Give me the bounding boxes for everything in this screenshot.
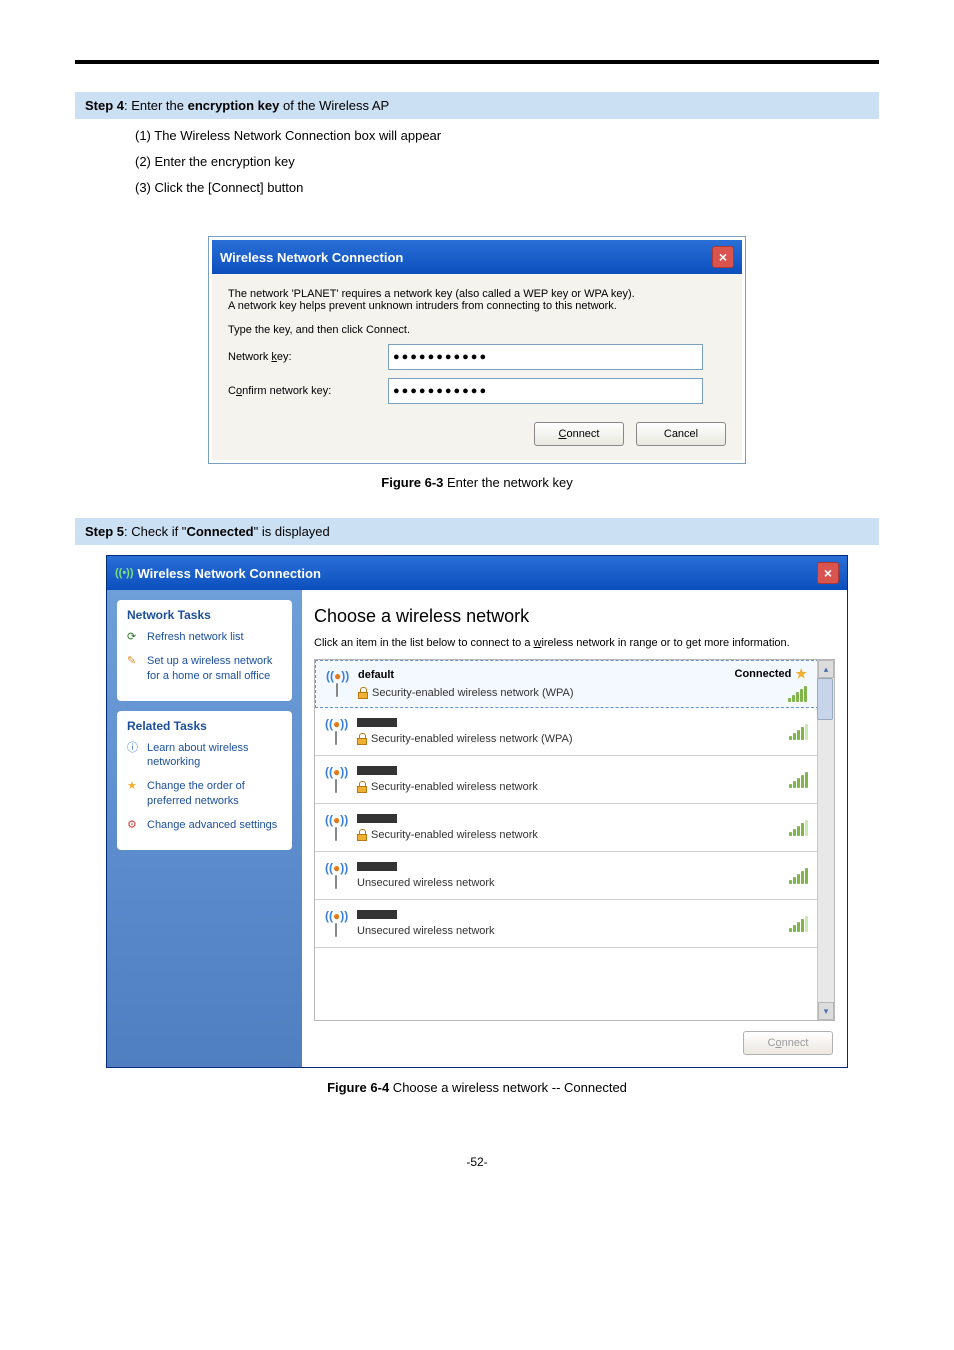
advanced-settings-link[interactable]: ⚙Change advanced settings — [127, 818, 282, 832]
signal-bars-icon — [789, 868, 808, 884]
sidebar: Network Tasks ⟳Refresh network list ✎Set… — [107, 590, 302, 1067]
network-security-text: Security-enabled wireless network (WPA) — [357, 733, 779, 745]
wizard-icon: ✎ — [127, 654, 141, 668]
scroll-down-icon[interactable]: ▾ — [818, 1002, 834, 1020]
gear-icon: ⚙ — [127, 818, 141, 832]
network-item[interactable]: ((●)) Security-enabled wireless network — [315, 756, 834, 804]
step5-label: Step 5 — [85, 524, 124, 539]
network-security-text: Unsecured wireless network — [357, 877, 779, 889]
connect-button[interactable]: Connect — [534, 422, 624, 446]
network-name: default — [358, 669, 725, 681]
network-name — [357, 862, 779, 871]
signal-bars-icon — [789, 916, 808, 932]
network-key-input[interactable] — [388, 344, 703, 370]
choose-network-heading: Choose a wireless network — [314, 606, 835, 627]
network-security-text: Security-enabled wireless network — [357, 829, 779, 841]
wifi-icon: ((●)) — [325, 765, 347, 795]
step4-item-2: (2) Enter the encryption key — [135, 149, 879, 175]
info-icon: ⓘ — [127, 741, 141, 755]
network-name — [357, 718, 779, 727]
confirm-key-label: Confirm network key: — [228, 385, 388, 397]
change-order-link[interactable]: ★Change the order of preferred networks — [127, 779, 282, 808]
scroll-up-icon[interactable]: ▴ — [818, 660, 834, 678]
step5-banner: Step 5: Check if "Connected" is displaye… — [75, 518, 879, 545]
network-item[interactable]: ((●)) Unsecured wireless network — [315, 900, 834, 948]
related-tasks-header: Related Tasks — [127, 719, 282, 733]
connect-button-disabled[interactable]: Connect — [743, 1031, 833, 1055]
network-security-text: Security-enabled wireless network — [357, 781, 779, 793]
dialog1-desc-line1: The network 'PLANET' requires a network … — [228, 288, 726, 300]
dialog1-desc-line3: Type the key, and then click Connect. — [228, 324, 726, 336]
star-icon: ★ — [127, 779, 141, 793]
confirm-key-input[interactable] — [388, 378, 703, 404]
figure-6-3-caption: Figure 6-3 Enter the network key — [75, 475, 879, 490]
wifi-icon: ((●)) — [325, 861, 347, 891]
signal-bars-icon — [788, 686, 807, 702]
network-tasks-header: Network Tasks — [127, 608, 282, 622]
top-rule — [75, 60, 879, 64]
wifi-icon: ((●)) — [326, 669, 348, 699]
page-number: -52- — [75, 1155, 879, 1169]
step4-body: (1) The Wireless Network Connection box … — [75, 119, 879, 211]
signal-bars-icon — [789, 820, 808, 836]
refresh-network-list-link[interactable]: ⟳Refresh network list — [127, 630, 282, 644]
lock-icon — [357, 781, 367, 793]
lock-icon — [358, 687, 368, 699]
star-icon: ★ — [795, 666, 807, 682]
step4-label: Step 4 — [85, 98, 124, 113]
dialog1-title: Wireless Network Connection — [220, 250, 403, 265]
cancel-button[interactable]: Cancel — [636, 422, 726, 446]
network-key-dialog: Wireless Network Connection × The networ… — [209, 237, 745, 463]
main-panel: Choose a wireless network Click an item … — [302, 590, 847, 1067]
step4-item-3: (3) Click the [Connect] button — [135, 175, 879, 201]
network-item[interactable]: ((●)) Security-enabled wireless network — [315, 804, 834, 852]
wifi-icon: ((●)) — [325, 813, 347, 843]
learn-wireless-link[interactable]: ⓘLearn about wireless networking — [127, 741, 282, 770]
network-item[interactable]: ((●)) Security-enabled wireless network (… — [315, 708, 834, 756]
scrollbar[interactable]: ▴ ▾ — [817, 660, 834, 1020]
close-icon[interactable]: × — [817, 562, 839, 584]
network-key-label: Network key: — [228, 351, 388, 363]
lock-icon — [357, 733, 367, 745]
network-list[interactable]: ▴ ▾ ((●)) default Security-enabled wireles… — [314, 659, 835, 1021]
wifi-icon: ((●)) — [325, 717, 347, 747]
signal-bars-icon — [789, 724, 808, 740]
step4-item-1: (1) The Wireless Network Connection box … — [135, 123, 879, 149]
choose-network-dialog: ((•)) Wireless Network Connection × Netw… — [106, 555, 848, 1068]
step4-banner: Step 4: Enter the encryption key of the … — [75, 92, 879, 119]
choose-network-desc: Click an item in the list below to conne… — [314, 637, 835, 649]
refresh-icon: ⟳ — [127, 630, 141, 644]
setup-wireless-network-link[interactable]: ✎Set up a wireless network for a home or… — [127, 654, 282, 683]
close-icon[interactable]: × — [712, 246, 734, 268]
dialog2-titlebar[interactable]: ((•)) Wireless Network Connection × — [107, 556, 847, 590]
doc-page: Step 4: Enter the encryption key of the … — [0, 0, 954, 1209]
network-name — [357, 814, 779, 823]
network-item[interactable]: ((●)) default Security-enabled wireless ne… — [315, 660, 834, 708]
network-name — [357, 910, 779, 919]
antenna-icon: ((•)) — [115, 567, 134, 579]
wifi-icon: ((●)) — [325, 909, 347, 939]
figure-6-4-caption: Figure 6-4 Choose a wireless network -- … — [75, 1080, 879, 1095]
network-security-text: Unsecured wireless network — [357, 925, 779, 937]
connected-label: Connected ★ — [735, 666, 808, 682]
network-security-text: Security-enabled wireless network (WPA) — [358, 687, 725, 699]
dialog2-title: Wireless Network Connection — [138, 566, 321, 581]
signal-bars-icon — [789, 772, 808, 788]
lock-icon — [357, 829, 367, 841]
network-name — [357, 766, 779, 775]
dialog1-desc-line2: A network key helps prevent unknown intr… — [228, 300, 726, 312]
scroll-thumb[interactable] — [817, 678, 833, 720]
network-item[interactable]: ((●)) Unsecured wireless network — [315, 852, 834, 900]
dialog1-titlebar[interactable]: Wireless Network Connection × — [212, 240, 742, 274]
